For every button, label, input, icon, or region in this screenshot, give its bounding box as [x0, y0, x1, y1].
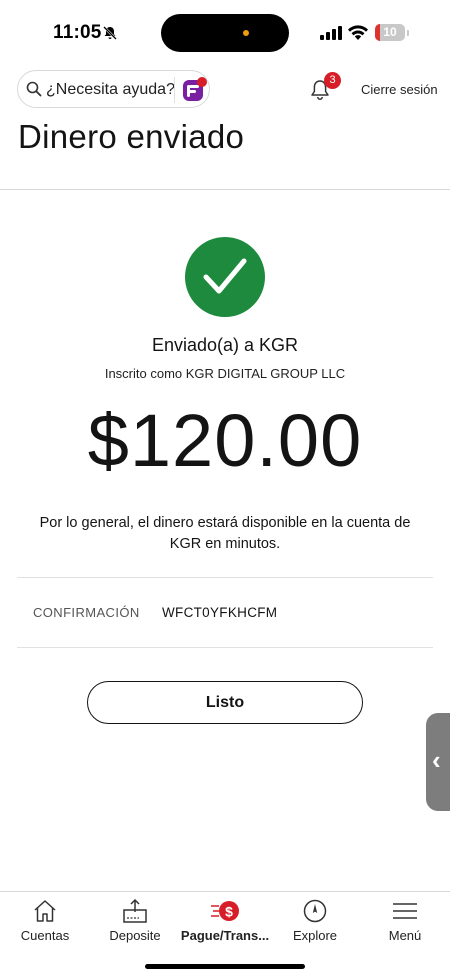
section-divider	[17, 647, 433, 648]
nav-item-explore[interactable]: Explore	[270, 892, 360, 952]
battery-icon: 10	[375, 24, 405, 41]
nav-item-deposit[interactable]: Deposite	[90, 892, 180, 952]
success-check-icon	[185, 237, 265, 317]
svg-text:$: $	[225, 904, 233, 920]
menu-icon	[393, 903, 417, 919]
sent-amount: $120.00	[87, 399, 363, 482]
nav-label: Cuentas	[20, 928, 70, 943]
side-drawer-handle[interactable]: ‹	[426, 713, 450, 811]
nav-item-accounts[interactable]: Cuentas	[0, 892, 90, 952]
home-indicator	[145, 964, 305, 969]
bell-muted-icon	[103, 26, 117, 40]
chevron-left-icon: ‹	[432, 745, 441, 775]
nav-label: Menú	[388, 928, 422, 943]
cellular-signal-icon	[320, 26, 342, 40]
header-divider	[0, 189, 450, 190]
page-title: Dinero enviado	[18, 118, 245, 155]
confirmation-label: CONFIRMACIÓN	[33, 605, 140, 620]
deposit-icon	[123, 898, 147, 923]
dynamic-island	[161, 14, 289, 52]
wifi-icon	[348, 25, 368, 40]
help-search-field[interactable]: ¿Necesita ayuda?	[17, 70, 210, 108]
battery-level: 10	[383, 25, 397, 39]
recipient-heading: Enviado(a) a KGR	[151, 335, 299, 355]
nav-label: Deposite	[109, 928, 161, 943]
nav-item-pay-transfer[interactable]: $ Pague/Trans...	[180, 892, 270, 952]
notification-count-badge: 3	[324, 72, 341, 89]
done-button[interactable]: Listo	[87, 681, 363, 724]
search-placeholder: ¿Necesita ayuda?	[46, 81, 175, 98]
confirmation-code: WFCT0YFKHCFM	[162, 605, 278, 620]
search-icon	[26, 81, 42, 97]
section-divider	[17, 577, 433, 578]
signout-link[interactable]: Cierre sesión	[361, 82, 438, 97]
pay-transfer-icon: $	[211, 901, 239, 921]
status-time: 11:05	[53, 22, 102, 43]
nav-item-menu[interactable]: Menú	[360, 892, 450, 952]
availability-note: Por lo general, el dinero estará disponi…	[39, 515, 411, 552]
recipient-enrollment: Inscrito como KGR DIGITAL GROUP LLC	[104, 366, 346, 381]
nav-label: Pague/Trans...	[180, 928, 270, 943]
fargo-assistant-icon[interactable]	[180, 76, 208, 104]
home-icon	[34, 900, 56, 922]
compass-icon	[303, 899, 327, 923]
privacy-indicator	[243, 30, 249, 36]
nav-label: Explore	[292, 928, 338, 943]
status-bar: 11:05 10	[0, 0, 450, 64]
